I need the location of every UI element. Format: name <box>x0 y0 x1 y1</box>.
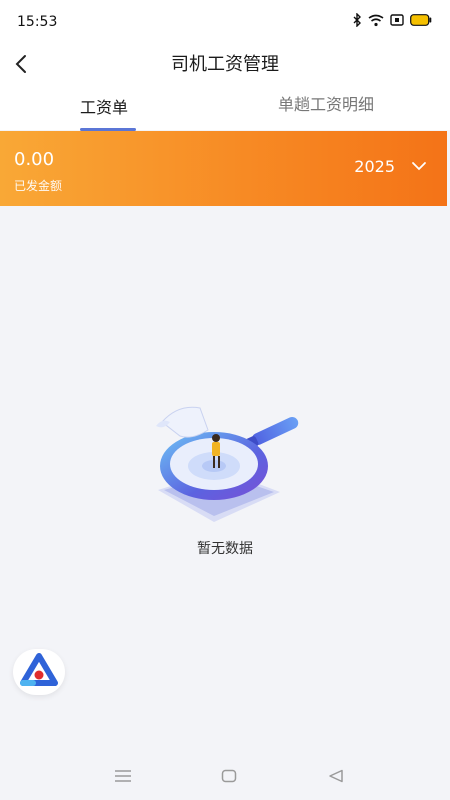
tab-bar: 工资单 单趟工资明细 <box>0 94 450 130</box>
system-navigation-bar <box>0 752 450 800</box>
magnifier-empty-illustration <box>156 406 299 522</box>
system-back-button[interactable] <box>328 768 344 787</box>
chevron-down-icon[interactable] <box>411 160 427 172</box>
tab-payroll[interactable]: 工资单 <box>80 94 128 130</box>
back-icon <box>329 769 343 783</box>
signal-box-icon <box>390 14 404 26</box>
year-selector[interactable]: 2025 <box>354 157 395 176</box>
status-icons <box>352 13 432 27</box>
status-bar: 15:53 <box>0 0 450 44</box>
wifi-icon <box>368 14 384 27</box>
tab-trip-wage-details[interactable]: 单趟工资明细 <box>278 91 374 127</box>
floating-app-button[interactable] <box>13 649 65 695</box>
page-title: 司机工资管理 <box>171 54 279 75</box>
menu-icon <box>115 770 131 782</box>
paid-amount-label: 已发金额 <box>14 179 63 193</box>
paid-amount-value: 0.00 <box>14 149 55 170</box>
bluetooth-icon <box>352 13 362 27</box>
home-icon <box>221 769 237 783</box>
app-logo-icon <box>20 653 58 686</box>
status-time: 15:53 <box>17 14 58 30</box>
salary-summary-banner: 0.00 已发金额 2025 <box>0 131 447 206</box>
battery-icon <box>410 14 432 26</box>
navigation-bar: 司机工资管理 <box>0 44 450 82</box>
home-button[interactable] <box>221 768 237 787</box>
menu-button[interactable] <box>114 768 132 787</box>
empty-state-text: 暂无数据 <box>197 541 253 557</box>
